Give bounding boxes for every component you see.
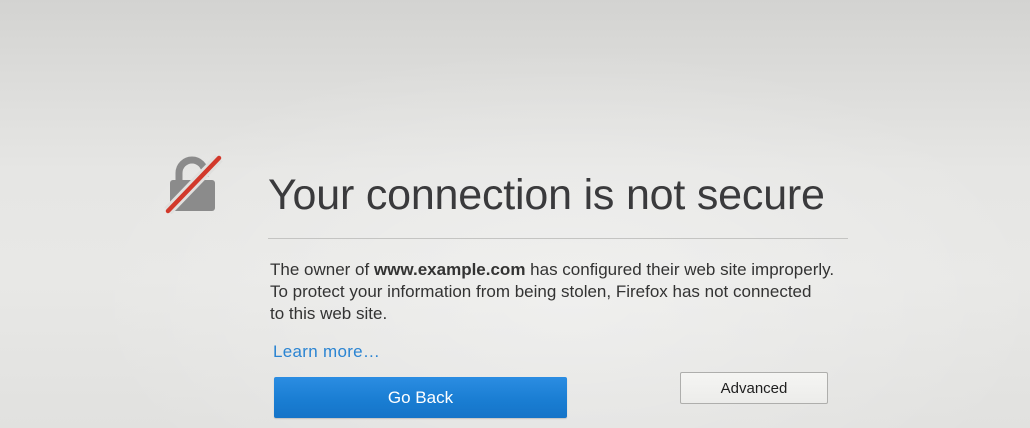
error-description: The owner of www.example.com has configu… bbox=[270, 259, 834, 325]
description-line: The owner of www.example.com has configu… bbox=[270, 259, 834, 281]
description-text: The owner of bbox=[270, 260, 374, 279]
broken-lock-icon bbox=[163, 154, 223, 214]
description-line: To protect your information from being s… bbox=[270, 282, 812, 301]
go-back-button[interactable]: Go Back bbox=[274, 377, 567, 418]
page-title: Your connection is not secure bbox=[268, 171, 825, 219]
advanced-button[interactable]: Advanced bbox=[680, 372, 828, 404]
description-text: has configured their web site improperly… bbox=[525, 260, 835, 279]
learn-more-link[interactable]: Learn more… bbox=[273, 341, 380, 363]
site-domain: www.example.com bbox=[373, 260, 526, 279]
description-line: to this web site. bbox=[270, 304, 388, 323]
error-page: Your connection is not secure The owner … bbox=[0, 0, 1030, 428]
title-divider bbox=[268, 238, 848, 239]
